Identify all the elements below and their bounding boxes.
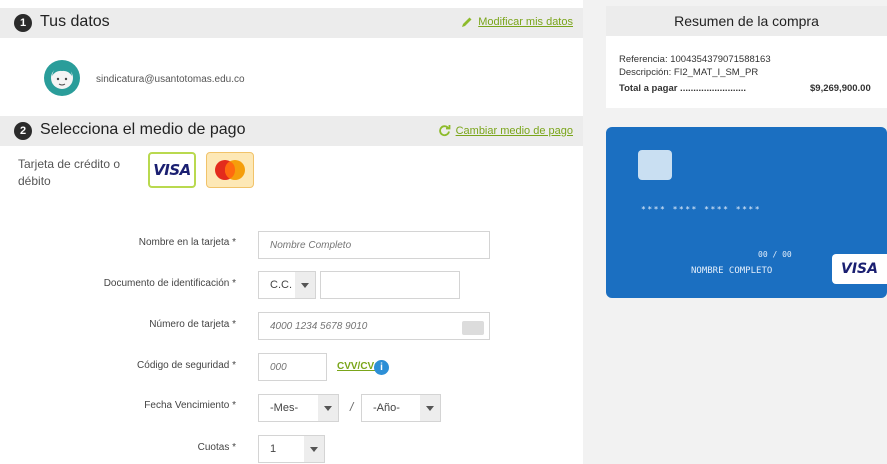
name-on-card-input[interactable] (258, 231, 490, 259)
section-title-tus-datos: Tus datos (40, 13, 110, 30)
card-chip-icon (638, 150, 672, 180)
card-preview-expiry: 00 / 00 (758, 250, 792, 259)
summary-total-amount: $9,269,900.00 (810, 83, 871, 94)
card-number-label: Número de tarjeta * (149, 319, 236, 330)
summary-reference: Referencia: 1004354379071588163 (619, 54, 771, 65)
refresh-icon (438, 125, 450, 137)
document-label: Documento de identificación * (103, 278, 236, 289)
name-label: Nombre en la tarjeta * (138, 237, 236, 248)
pencil-icon (462, 17, 472, 27)
change-payment-link[interactable]: Cambiar medio de pago (438, 124, 573, 137)
expiry-year-value: -Año- (373, 402, 400, 414)
card-preview-holder: NOMBRE COMPLETO (691, 266, 773, 276)
chevron-down-icon (420, 395, 440, 421)
card-number-input[interactable] (258, 312, 490, 340)
card-icon (462, 321, 484, 335)
checkout-panel: 1 Tus datos Modificar mis datos sindicat… (0, 0, 583, 464)
avatar (44, 60, 80, 96)
summary-title: Resumen de la compra (606, 6, 887, 36)
summary-description: Descripción: FI2_MAT_I_SM_PR (619, 67, 759, 78)
chevron-down-icon (318, 395, 338, 421)
user-avatar-icon (51, 66, 73, 89)
section-header-medio-pago: 2 Selecciona el medio de pago Cambiar me… (0, 116, 583, 146)
expiry-separator: / (350, 400, 354, 414)
expiry-month-value: -Mes- (270, 402, 299, 414)
cvv-label: Código de seguridad * (137, 360, 236, 371)
visa-logo-text: VISA (153, 161, 191, 179)
expiry-month-select[interactable]: -Mes- (258, 394, 339, 422)
info-icon[interactable]: i (374, 360, 389, 375)
step-number-2: 2 (14, 122, 32, 140)
card-preview: **** **** **** **** 00 / 00 NOMBRE COMPL… (606, 127, 887, 298)
change-payment-label: Cambiar medio de pago (455, 124, 573, 137)
chevron-down-icon (304, 436, 324, 462)
document-type-value: C.C. (270, 279, 292, 291)
step-number-1: 1 (14, 14, 32, 32)
modify-data-label: Modificar mis datos (478, 16, 573, 28)
card-brand-logo: VISA (841, 261, 878, 277)
user-email: sindicatura@usantotomas.edu.co (96, 74, 245, 85)
cvv-input[interactable] (258, 353, 327, 381)
card-preview-brand: VISA (832, 254, 887, 284)
mastercard-option[interactable] (206, 152, 254, 188)
visa-option[interactable]: VISA (148, 152, 196, 188)
installments-label: Cuotas * (197, 442, 236, 453)
modify-data-link[interactable]: Modificar mis datos (461, 16, 573, 28)
document-type-select[interactable]: C.C. (258, 271, 316, 299)
section-header-tus-datos: 1 Tus datos Modificar mis datos (0, 8, 583, 38)
chevron-down-icon (295, 272, 315, 298)
installments-value: 1 (270, 443, 277, 455)
payment-method-label: Tarjeta de crédito o débito (18, 157, 121, 188)
mastercard-logo-icon (215, 160, 245, 180)
section-title-medio-pago: Selecciona el medio de pago (40, 121, 246, 138)
expiry-label: Fecha Vencimiento * (144, 400, 236, 411)
expiry-year-select[interactable]: -Año- (361, 394, 441, 422)
summary-total-label: Total a pagar ......................... (619, 83, 747, 94)
document-number-input[interactable] (320, 271, 460, 299)
purchase-summary: Resumen de la compra Referencia: 1004354… (606, 6, 887, 108)
installments-select[interactable]: 1 (258, 435, 325, 463)
card-preview-number: **** **** **** **** (641, 205, 762, 214)
summary-total: Total a pagar ......................... … (619, 83, 871, 94)
